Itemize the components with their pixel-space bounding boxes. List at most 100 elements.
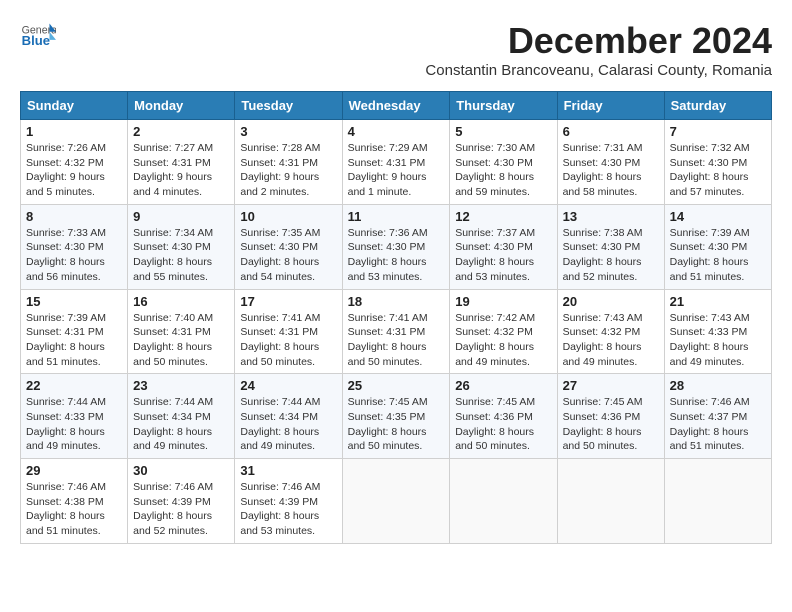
day-info: Sunrise: 7:41 AM Sunset: 4:31 PM Dayligh… [240,311,336,370]
calendar-cell: 22 Sunrise: 7:44 AM Sunset: 4:33 PM Dayli… [21,374,128,459]
calendar-cell: 6 Sunrise: 7:31 AM Sunset: 4:30 PM Daylig… [557,120,664,205]
day-info: Sunrise: 7:31 AM Sunset: 4:30 PM Dayligh… [563,141,659,200]
day-info: Sunrise: 7:29 AM Sunset: 4:31 PM Dayligh… [348,141,445,200]
day-number: 4 [348,124,445,139]
logo: General Blue [20,20,56,50]
calendar-cell: 7 Sunrise: 7:32 AM Sunset: 4:30 PM Daylig… [664,120,771,205]
calendar-cell: 16 Sunrise: 7:40 AM Sunset: 4:31 PM Dayli… [128,289,235,374]
calendar-cell: 29 Sunrise: 7:46 AM Sunset: 4:38 PM Dayli… [21,459,128,544]
day-info: Sunrise: 7:30 AM Sunset: 4:30 PM Dayligh… [455,141,551,200]
day-info: Sunrise: 7:46 AM Sunset: 4:39 PM Dayligh… [240,480,336,539]
day-info: Sunrise: 7:36 AM Sunset: 4:30 PM Dayligh… [348,226,445,285]
weekday-header-wednesday: Wednesday [342,92,450,120]
calendar-cell: 4 Sunrise: 7:29 AM Sunset: 4:31 PM Daylig… [342,120,450,205]
day-number: 7 [670,124,766,139]
day-info: Sunrise: 7:44 AM Sunset: 4:33 PM Dayligh… [26,395,122,454]
day-number: 25 [348,378,445,393]
weekday-header-sunday: Sunday [21,92,128,120]
day-number: 9 [133,209,229,224]
day-number: 17 [240,294,336,309]
calendar-cell: 10Sunrise: 7:35 AM Sunset: 4:30 PM Dayli… [235,204,342,289]
calendar-cell: 19Sunrise: 7:42 AM Sunset: 4:32 PM Dayli… [450,289,557,374]
day-info: Sunrise: 7:39 AM Sunset: 4:30 PM Dayligh… [670,226,766,285]
calendar-cell: 24 Sunrise: 7:44 AM Sunset: 4:34 PM Dayli… [235,374,342,459]
calendar-cell: 30Sunrise: 7:46 AM Sunset: 4:39 PM Dayli… [128,459,235,544]
calendar-cell: 12 Sunrise: 7:37 AM Sunset: 4:30 PM Dayli… [450,204,557,289]
calendar-cell: 8 Sunrise: 7:33 AM Sunset: 4:30 PM Daylig… [21,204,128,289]
day-info: Sunrise: 7:40 AM Sunset: 4:31 PM Dayligh… [133,311,229,370]
calendar-cell [450,459,557,544]
calendar-cell: 21Sunrise: 7:43 AM Sunset: 4:33 PM Dayli… [664,289,771,374]
day-number: 12 [455,209,551,224]
calendar-cell: 31 Sunrise: 7:46 AM Sunset: 4:39 PM Dayli… [235,459,342,544]
day-info: Sunrise: 7:34 AM Sunset: 4:30 PM Dayligh… [133,226,229,285]
weekday-header-thursday: Thursday [450,92,557,120]
day-number: 23 [133,378,229,393]
day-info: Sunrise: 7:46 AM Sunset: 4:37 PM Dayligh… [670,395,766,454]
day-number: 29 [26,463,122,478]
day-info: Sunrise: 7:38 AM Sunset: 4:30 PM Dayligh… [563,226,659,285]
day-info: Sunrise: 7:35 AM Sunset: 4:30 PM Dayligh… [240,226,336,285]
weekday-header-saturday: Saturday [664,92,771,120]
svg-text:Blue: Blue [22,33,50,48]
page-header: General Blue December 2024 Constantin Br… [20,20,772,87]
day-number: 5 [455,124,551,139]
day-number: 6 [563,124,659,139]
calendar-cell: 28Sunrise: 7:46 AM Sunset: 4:37 PM Dayli… [664,374,771,459]
day-info: Sunrise: 7:43 AM Sunset: 4:32 PM Dayligh… [563,311,659,370]
day-number: 24 [240,378,336,393]
weekday-header-friday: Friday [557,92,664,120]
day-number: 26 [455,378,551,393]
logo-icon: General Blue [20,20,56,50]
day-number: 14 [670,209,766,224]
location-title: Constantin Brancoveanu, Calarasi County,… [425,62,772,79]
month-title: December 2024 [425,20,772,62]
calendar-cell: 13Sunrise: 7:38 AM Sunset: 4:30 PM Dayli… [557,204,664,289]
day-number: 16 [133,294,229,309]
day-info: Sunrise: 7:27 AM Sunset: 4:31 PM Dayligh… [133,141,229,200]
day-info: Sunrise: 7:45 AM Sunset: 4:36 PM Dayligh… [455,395,551,454]
day-number: 30 [133,463,229,478]
calendar-cell: 15 Sunrise: 7:39 AM Sunset: 4:31 PM Dayli… [21,289,128,374]
day-info: Sunrise: 7:46 AM Sunset: 4:38 PM Dayligh… [26,480,122,539]
day-info: Sunrise: 7:33 AM Sunset: 4:30 PM Dayligh… [26,226,122,285]
day-number: 11 [348,209,445,224]
calendar-cell [664,459,771,544]
calendar-cell [342,459,450,544]
day-number: 19 [455,294,551,309]
calendar-cell: 1 Sunrise: 7:26 AM Sunset: 4:32 PM Daylig… [21,120,128,205]
calendar-cell: 23 Sunrise: 7:44 AM Sunset: 4:34 PM Dayli… [128,374,235,459]
day-number: 1 [26,124,122,139]
day-number: 15 [26,294,122,309]
calendar-cell: 11 Sunrise: 7:36 AM Sunset: 4:30 PM Dayli… [342,204,450,289]
day-info: Sunrise: 7:28 AM Sunset: 4:31 PM Dayligh… [240,141,336,200]
day-info: Sunrise: 7:32 AM Sunset: 4:30 PM Dayligh… [670,141,766,200]
day-info: Sunrise: 7:43 AM Sunset: 4:33 PM Dayligh… [670,311,766,370]
calendar-cell: 14 Sunrise: 7:39 AM Sunset: 4:30 PM Dayli… [664,204,771,289]
day-number: 27 [563,378,659,393]
day-number: 18 [348,294,445,309]
day-number: 2 [133,124,229,139]
calendar-cell: 20Sunrise: 7:43 AM Sunset: 4:32 PM Dayli… [557,289,664,374]
calendar-table: SundayMondayTuesdayWednesdayThursdayFrid… [20,91,772,544]
day-number: 22 [26,378,122,393]
calendar-cell: 17 Sunrise: 7:41 AM Sunset: 4:31 PM Dayli… [235,289,342,374]
weekday-header-monday: Monday [128,92,235,120]
day-info: Sunrise: 7:45 AM Sunset: 4:36 PM Dayligh… [563,395,659,454]
day-info: Sunrise: 7:45 AM Sunset: 4:35 PM Dayligh… [348,395,445,454]
weekday-header-tuesday: Tuesday [235,92,342,120]
day-info: Sunrise: 7:41 AM Sunset: 4:31 PM Dayligh… [348,311,445,370]
calendar-cell: 5 Sunrise: 7:30 AM Sunset: 4:30 PM Daylig… [450,120,557,205]
day-info: Sunrise: 7:39 AM Sunset: 4:31 PM Dayligh… [26,311,122,370]
day-info: Sunrise: 7:26 AM Sunset: 4:32 PM Dayligh… [26,141,122,200]
calendar-cell: 27 Sunrise: 7:45 AM Sunset: 4:36 PM Dayli… [557,374,664,459]
day-info: Sunrise: 7:37 AM Sunset: 4:30 PM Dayligh… [455,226,551,285]
calendar-cell: 18 Sunrise: 7:41 AM Sunset: 4:31 PM Dayli… [342,289,450,374]
calendar-cell: 3Sunrise: 7:28 AM Sunset: 4:31 PM Daylig… [235,120,342,205]
calendar-cell: 25 Sunrise: 7:45 AM Sunset: 4:35 PM Dayli… [342,374,450,459]
day-info: Sunrise: 7:44 AM Sunset: 4:34 PM Dayligh… [240,395,336,454]
day-number: 31 [240,463,336,478]
day-number: 8 [26,209,122,224]
day-info: Sunrise: 7:44 AM Sunset: 4:34 PM Dayligh… [133,395,229,454]
calendar-cell: 26 Sunrise: 7:45 AM Sunset: 4:36 PM Dayli… [450,374,557,459]
